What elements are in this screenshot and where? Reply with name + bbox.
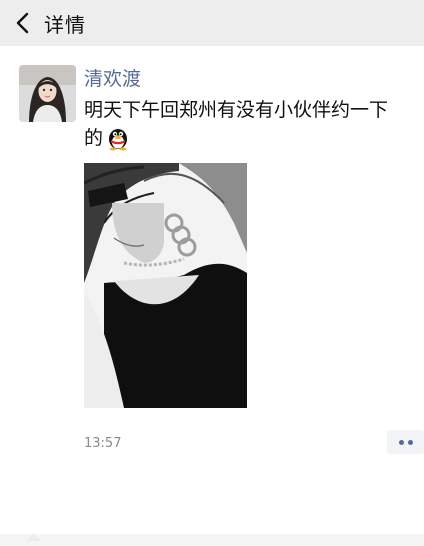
more-dots-icon bbox=[398, 439, 404, 445]
more-actions-button[interactable] bbox=[387, 430, 424, 454]
title-bar: 详情 bbox=[0, 0, 424, 46]
avatar[interactable] bbox=[19, 65, 76, 122]
qq-penguin-emoji-icon bbox=[105, 125, 131, 151]
author-name-link[interactable]: 清欢渡 bbox=[84, 64, 141, 91]
comment-arrow-icon bbox=[26, 534, 42, 541]
comment-area-bar bbox=[0, 534, 424, 546]
back-button[interactable] bbox=[0, 0, 44, 46]
post-text-line: 的 bbox=[84, 127, 104, 149]
chevron-left-icon bbox=[16, 12, 29, 34]
moment-post: 清欢渡 明天下午回郑州有没有小伙伴约一下 的 13:57 bbox=[0, 46, 424, 546]
post-text: 明天下午回郑州有没有小伙伴约一下 的 bbox=[84, 96, 424, 152]
post-text-line: 明天下午回郑州有没有小伙伴约一下 bbox=[84, 99, 389, 121]
page-title: 详情 bbox=[44, 12, 86, 37]
post-photo[interactable] bbox=[84, 163, 247, 408]
more-dots-icon bbox=[407, 439, 413, 445]
post-timestamp: 13:57 bbox=[84, 436, 122, 451]
